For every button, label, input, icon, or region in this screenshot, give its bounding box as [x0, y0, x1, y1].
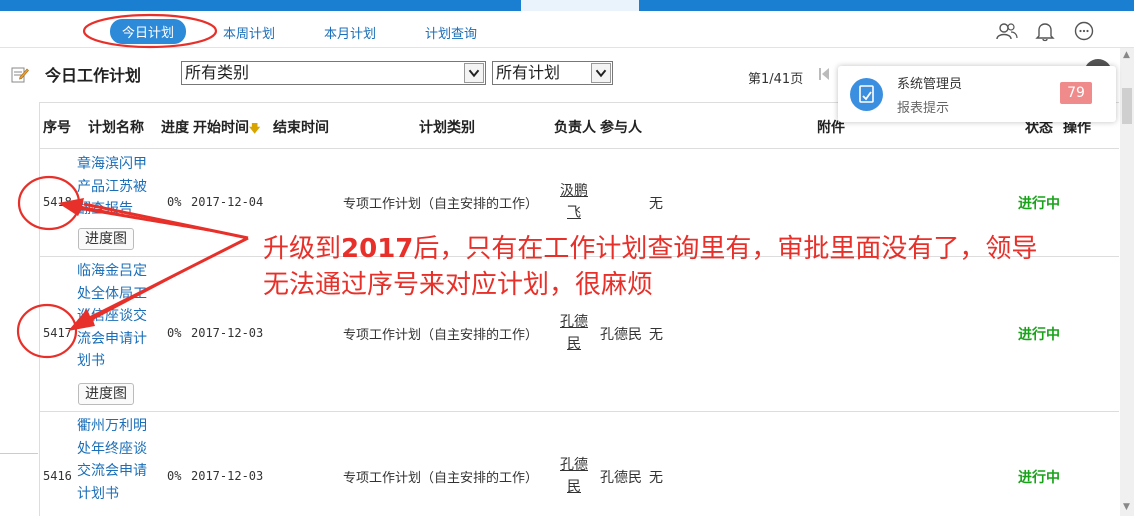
tab-plan-query[interactable]: 计划查询 [425, 23, 477, 42]
tab-month-plan[interactable]: 本月计划 [324, 23, 376, 42]
header-participants[interactable]: 参与人 [600, 117, 642, 137]
header-owner[interactable]: 负责人 [554, 117, 596, 137]
status-badge: 进行中 [1018, 196, 1060, 212]
plan-edit-icon [11, 67, 29, 83]
header-start-time[interactable]: 开始时间🡇 [193, 117, 260, 139]
table-row: 5416 衢州万利明处年终座谈交流会申请计划书 0% 2017-12-03 专项… [40, 412, 1119, 516]
plan-name-link[interactable]: 衢州万利明处年终座谈交流会申请计划书 [77, 415, 149, 505]
progress-chart-button[interactable]: 进度图 [78, 228, 134, 250]
header-start-time-label: 开始时间 [193, 120, 249, 136]
row-start-time: 2017-12-04 [191, 195, 264, 209]
header-progress[interactable]: 进度 [161, 117, 189, 137]
bell-icon[interactable] [1034, 20, 1056, 42]
scroll-thumb[interactable] [1122, 88, 1132, 124]
row-type: 专项工作计划（自主安排的工作） [343, 328, 539, 343]
progress-chart-button[interactable]: 进度图 [78, 383, 134, 405]
notification-count-badge: 79 [1060, 82, 1092, 104]
row-seq: 5416 [43, 469, 72, 483]
owner-link[interactable]: 汲鹏飞 [560, 180, 588, 224]
plan-select[interactable]: 所有计划 [492, 61, 613, 85]
row-attachment: 无 [649, 327, 663, 343]
row-participants: 孔德民 [600, 327, 642, 343]
annotation-year: 2017 [341, 234, 414, 264]
row-progress: 0% [167, 195, 182, 209]
plan-select-value: 所有计划 [496, 63, 561, 82]
owner-link[interactable]: 孔德民 [560, 311, 588, 355]
plan-name-link[interactable]: 临海金吕定处全体局工巡信座谈交流会申请计划书 [77, 260, 149, 373]
notification-sender: 系统管理员 [897, 77, 963, 92]
scroll-down-icon[interactable]: ▼ [1123, 502, 1130, 512]
header-type[interactable]: 计划类别 [419, 117, 475, 137]
category-select[interactable]: 所有类别 [181, 61, 486, 85]
plan-name-link[interactable]: 章海滨闪甲产品江苏被翻查报告 [77, 153, 149, 221]
row-participants: 孔德民 [600, 470, 642, 486]
annotation-line-1: 升级到2017后，只有在工作计划查询里有，审批里面没有了，领导 [263, 228, 1037, 265]
users-icon[interactable] [996, 20, 1018, 42]
row-attachment: 无 [649, 470, 663, 486]
page-indicator: 第1/41页 [748, 72, 804, 87]
chat-icon[interactable] [1073, 20, 1095, 42]
header-end-time[interactable]: 结束时间 [273, 117, 329, 137]
row-attachment: 无 [649, 196, 663, 212]
chevron-down-icon[interactable] [591, 63, 611, 83]
annotation-line-1a: 升级到 [263, 234, 342, 264]
row-start-time: 2017-12-03 [191, 326, 264, 340]
scroll-up-icon[interactable]: ▲ [1123, 50, 1130, 60]
row-seq: 5418 [43, 195, 72, 209]
row-seq: 5417 [43, 326, 72, 340]
top-nav-active-tab[interactable] [521, 0, 639, 11]
vertical-scrollbar[interactable]: ▲ ▼ [1120, 48, 1134, 516]
header-name[interactable]: 计划名称 [88, 117, 144, 137]
annotation-line-1b: 后，只有在工作计划查询里有，审批里面没有了，领导 [413, 234, 1038, 264]
sub-tab-bar: 今日计划 本周计划 本月计划 计划查询 [0, 11, 1134, 48]
report-icon [850, 78, 883, 111]
row-progress: 0% [167, 469, 182, 483]
notification-popup[interactable]: 系统管理员 报表提示 79 [838, 66, 1116, 122]
first-page-icon[interactable] [818, 67, 830, 81]
tab-week-plan[interactable]: 本周计划 [223, 23, 275, 42]
category-select-value: 所有类别 [185, 63, 250, 82]
header-seq[interactable]: 序号 [43, 117, 71, 137]
notification-subtitle: 报表提示 [897, 101, 950, 116]
status-badge: 进行中 [1018, 327, 1060, 343]
row-progress: 0% [167, 326, 182, 340]
annotation-line-2: 无法通过序号来对应计划，很麻烦 [263, 270, 654, 300]
owner-link[interactable]: 孔德民 [560, 454, 588, 498]
chevron-down-icon[interactable] [464, 63, 484, 83]
top-nav-bar [0, 0, 1134, 11]
status-badge: 进行中 [1018, 470, 1060, 486]
row-type: 专项工作计划（自主安排的工作） [343, 197, 539, 212]
left-divider [0, 453, 38, 454]
plan-table: 序号 计划名称 进度 开始时间🡇 结束时间 计划类别 负责人 参与人 附件 状态… [39, 102, 1119, 516]
tab-today-plan[interactable]: 今日计划 [110, 19, 187, 44]
page-title: 今日工作计划 [45, 66, 142, 85]
row-type: 专项工作计划（自主安排的工作） [343, 471, 539, 486]
sort-down-icon: 🡇 [249, 122, 261, 135]
row-start-time: 2017-12-03 [191, 469, 264, 483]
